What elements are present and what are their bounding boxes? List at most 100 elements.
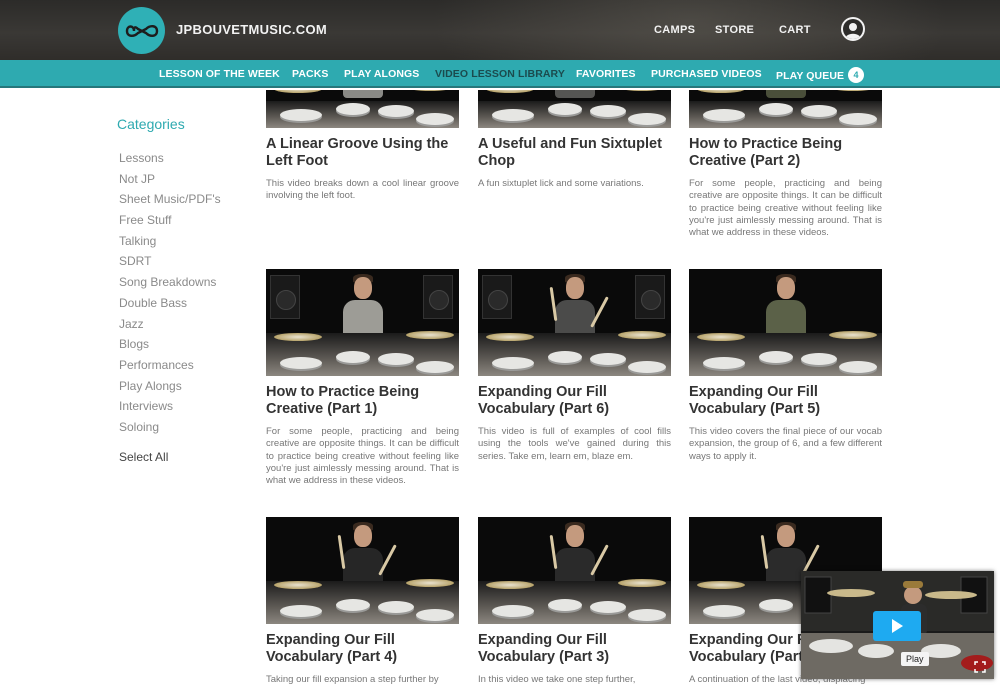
video-description: A fun sixtuplet lick and some variations… bbox=[478, 178, 644, 189]
thumbnail-graphic bbox=[378, 353, 414, 365]
video-title[interactable]: How to Practice Being Creative (Part 2) bbox=[689, 136, 882, 170]
thumbnail-graphic bbox=[628, 361, 666, 373]
nav-video-lesson-library[interactable]: VIDEO LESSON LIBRARY bbox=[435, 68, 565, 80]
nav-purchased-videos[interactable]: PURCHASED VIDEOS bbox=[651, 68, 762, 80]
thumbnail-graphic bbox=[274, 90, 322, 93]
queue-count-badge: 4 bbox=[848, 67, 865, 83]
category-item[interactable]: Talking bbox=[119, 234, 221, 255]
video-title[interactable]: How to Practice Being Creative (Part 1) bbox=[266, 384, 459, 418]
category-item[interactable]: Sheet Music/PDF's bbox=[119, 192, 221, 213]
video-thumbnail[interactable] bbox=[689, 90, 882, 128]
category-item[interactable]: Play Alongs bbox=[119, 379, 221, 400]
site-name[interactable]: JPBOUVETMUSIC.COM bbox=[176, 22, 327, 37]
video-card: A Useful and Fun Sixtuplet Chop A fun six… bbox=[478, 90, 671, 190]
thumbnail-graphic bbox=[829, 331, 877, 339]
thumbnail-graphic bbox=[354, 277, 372, 299]
thumbnail-graphic bbox=[274, 581, 322, 589]
category-item[interactable]: SDRT bbox=[119, 254, 221, 275]
video-description: This video breaks down a cool linear gro… bbox=[266, 178, 459, 202]
category-item[interactable]: Free Stuff bbox=[119, 213, 221, 234]
thumbnail-graphic bbox=[760, 534, 769, 570]
thumbnail-graphic bbox=[548, 351, 582, 363]
thumbnail-graphic bbox=[486, 581, 534, 589]
thumbnail-graphic bbox=[406, 331, 454, 339]
video-card: Expanding Our Fill Vocabulary (Part 3) In… bbox=[478, 517, 671, 685]
video-title[interactable]: A Linear Groove Using the Left Foot bbox=[266, 136, 459, 170]
thumbnail-graphic bbox=[703, 109, 745, 121]
nav-favorites[interactable]: FAVORITES bbox=[576, 68, 636, 80]
thumbnail-graphic bbox=[280, 357, 322, 369]
nav-play-alongs[interactable]: PLAY ALONGS bbox=[344, 68, 419, 80]
thumbnail-graphic bbox=[492, 605, 534, 617]
video-description: This video covers the final piece of our… bbox=[689, 426, 882, 462]
thumbnail-graphic bbox=[486, 90, 534, 93]
category-item[interactable]: Soloing bbox=[119, 420, 221, 441]
video-title[interactable]: Expanding Our Fill Vocabulary (Part 3) bbox=[478, 632, 671, 666]
video-thumbnail[interactable] bbox=[266, 269, 459, 376]
video-thumbnail[interactable] bbox=[689, 269, 882, 376]
video-title[interactable]: Expanding Our Fill Vocabulary (Part 4) bbox=[266, 632, 459, 666]
thumbnail-graphic bbox=[697, 581, 745, 589]
play-button[interactable] bbox=[873, 611, 921, 641]
user-silhouette bbox=[843, 19, 863, 39]
thumbnail-graphic bbox=[777, 525, 795, 547]
camps-link[interactable]: CAMPS bbox=[654, 24, 695, 36]
fullscreen-icon[interactable] bbox=[974, 661, 986, 673]
thumbnail-graphic bbox=[590, 105, 626, 117]
thumbnail-graphic bbox=[566, 277, 584, 299]
video-title[interactable]: Expanding Our Fill Vocabulary (Part 5) bbox=[689, 384, 882, 418]
mini-video-player[interactable]: Play bbox=[801, 571, 994, 679]
category-item[interactable]: Song Breakdowns bbox=[119, 275, 221, 296]
video-card: A Linear Groove Using the Left Foot This … bbox=[266, 90, 459, 203]
thumbnail-graphic bbox=[566, 525, 584, 547]
user-avatar-icon[interactable] bbox=[841, 17, 865, 41]
nav-lesson-of-the-week[interactable]: LESSON OF THE WEEK bbox=[159, 68, 280, 80]
video-thumbnail[interactable] bbox=[266, 517, 459, 624]
category-item[interactable]: Jazz bbox=[119, 317, 221, 338]
video-title[interactable]: Expanding Our Fill Vocabulary (Part 6) bbox=[478, 384, 671, 418]
thumbnail-graphic bbox=[548, 599, 582, 611]
nav-play-queue[interactable]: PLAY QUEUE 4 bbox=[776, 67, 865, 84]
video-description: This video is full of examples of cool f… bbox=[478, 426, 671, 462]
thumbnail-graphic bbox=[416, 361, 454, 373]
thumbnail-graphic bbox=[618, 579, 666, 587]
thumbnail-graphic bbox=[590, 353, 626, 365]
video-thumbnail[interactable] bbox=[266, 90, 459, 128]
thumbnail-graphic bbox=[423, 275, 453, 319]
thumbnail-graphic bbox=[274, 333, 322, 341]
top-header: JPBOUVETMUSIC.COM CAMPS STORE CART bbox=[0, 0, 1000, 60]
thumbnail-graphic bbox=[801, 353, 837, 365]
category-item[interactable]: Double Bass bbox=[119, 296, 221, 317]
video-description: For some people, practicing and being cr… bbox=[266, 426, 459, 487]
video-description: Taking our fill expansion a step further… bbox=[266, 674, 439, 685]
cart-link[interactable]: CART bbox=[779, 24, 811, 36]
video-card: Expanding Our Fill Vocabulary (Part 6) Th… bbox=[478, 269, 671, 463]
category-item[interactable]: Blogs bbox=[119, 337, 221, 358]
thumbnail-graphic bbox=[839, 113, 877, 125]
site-logo[interactable] bbox=[118, 7, 165, 54]
thumbnail-graphic bbox=[336, 599, 370, 611]
thumbnail-graphic bbox=[416, 609, 454, 621]
thumbnail-graphic bbox=[697, 90, 745, 93]
infinity-icon bbox=[125, 24, 158, 37]
thumbnail-graphic bbox=[548, 103, 582, 115]
thumbnail-graphic bbox=[635, 275, 665, 319]
category-item[interactable]: Interviews bbox=[119, 399, 221, 420]
thumbnail-graphic bbox=[777, 277, 795, 299]
store-link[interactable]: STORE bbox=[715, 24, 754, 36]
thumbnail-graphic bbox=[354, 525, 372, 547]
video-thumbnail[interactable] bbox=[478, 90, 671, 128]
category-item[interactable]: Not JP bbox=[119, 172, 221, 193]
video-thumbnail[interactable] bbox=[478, 517, 671, 624]
thumbnail-graphic bbox=[549, 286, 558, 322]
video-thumbnail[interactable] bbox=[478, 269, 671, 376]
thumbnail-graphic bbox=[549, 534, 558, 570]
main-nav: LESSON OF THE WEEK PACKS PLAY ALONGS VID… bbox=[0, 60, 1000, 88]
category-item[interactable]: Lessons bbox=[119, 151, 221, 172]
category-item[interactable]: Performances bbox=[119, 358, 221, 379]
video-title[interactable]: A Useful and Fun Sixtuplet Chop bbox=[478, 136, 671, 170]
thumbnail-graphic bbox=[829, 90, 877, 91]
select-all-link[interactable]: Select All bbox=[119, 450, 168, 464]
category-list: Lessons Not JP Sheet Music/PDF's Free Stuff… bbox=[119, 151, 221, 441]
nav-packs[interactable]: PACKS bbox=[292, 68, 328, 80]
